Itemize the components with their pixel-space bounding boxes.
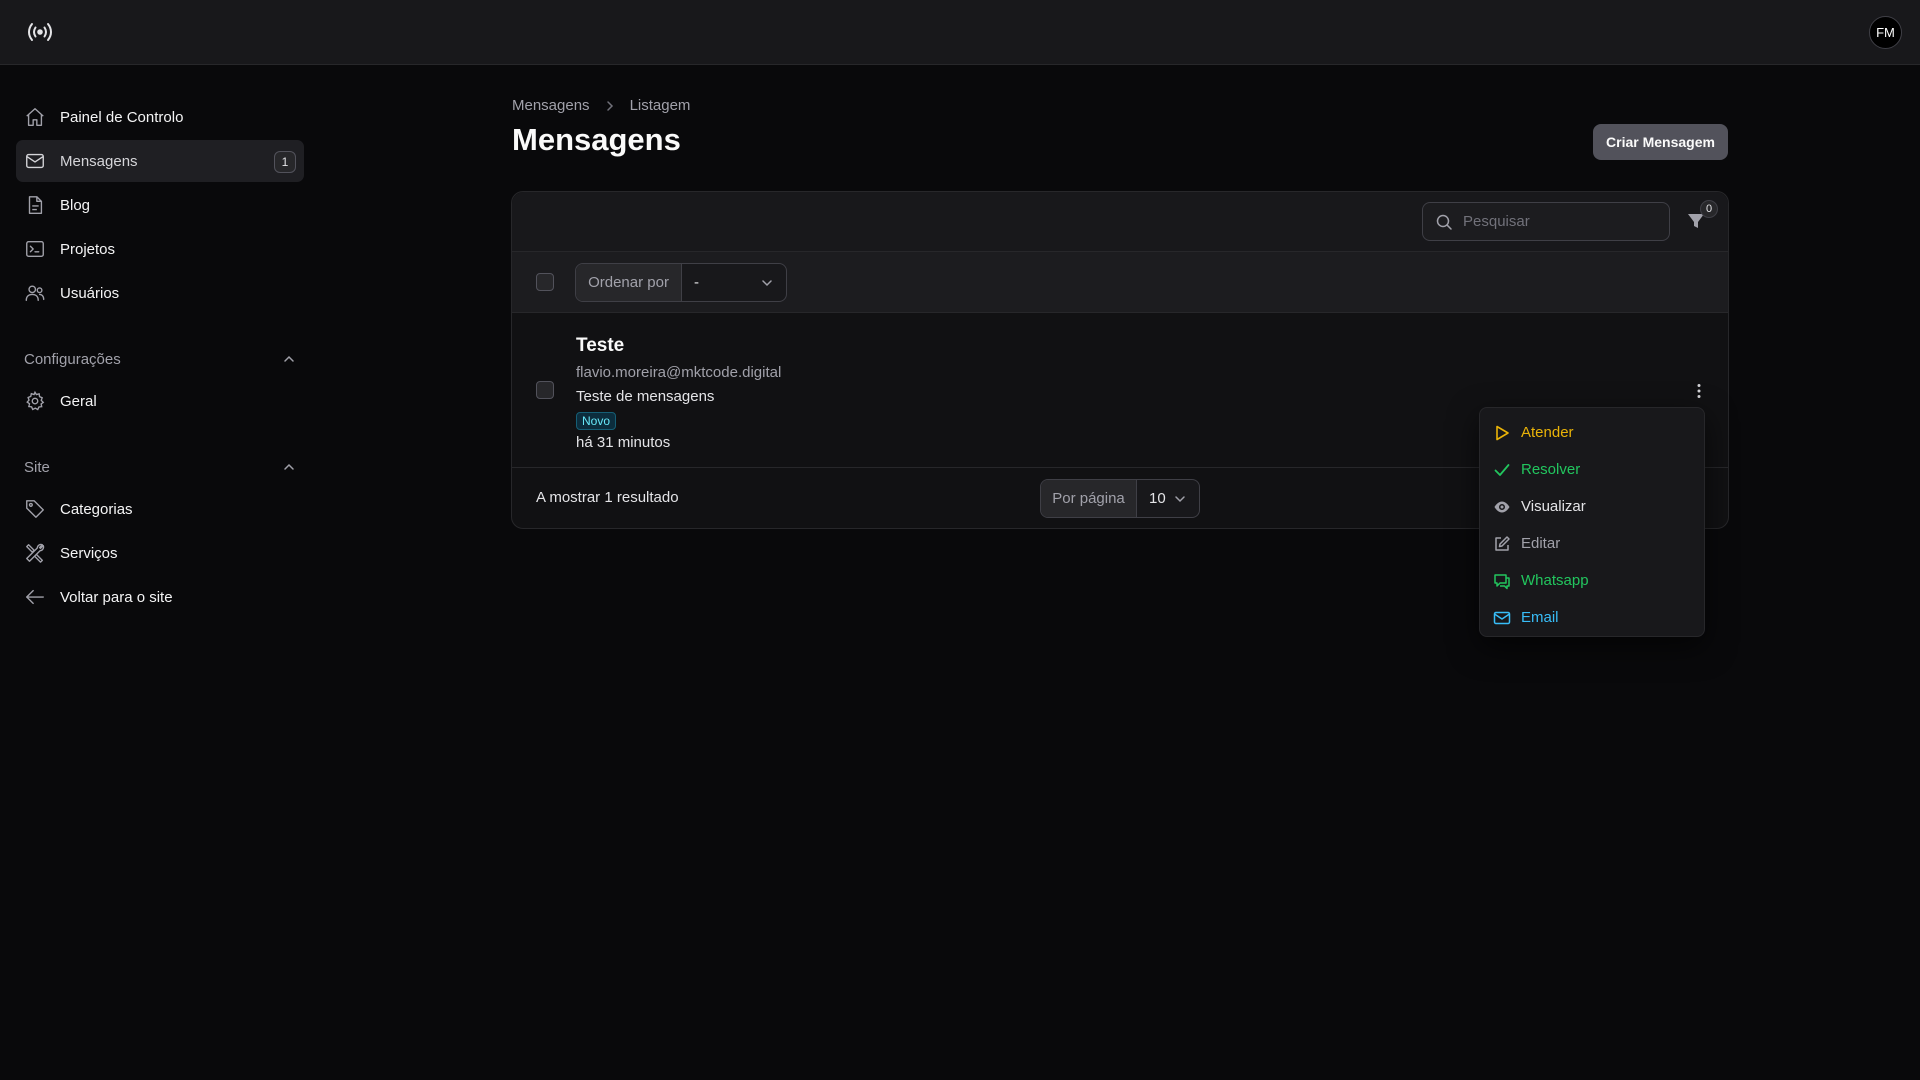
page-title: Mensagens (512, 122, 681, 157)
sidebar-item-label: Categorias (60, 500, 133, 518)
menu-item-label: Whatsapp (1521, 572, 1589, 589)
menu-item-label: Resolver (1521, 461, 1581, 478)
create-message-button[interactable]: Criar Mensagem (1593, 124, 1728, 160)
menu-item-resolve[interactable]: Resolver (1480, 451, 1704, 488)
broadcast-logo-icon[interactable] (27, 20, 53, 44)
message-title: Teste (576, 335, 625, 356)
message-email: flavio.moreira@mktcode.digital (576, 364, 782, 381)
tools-icon (24, 542, 46, 564)
menu-item-label: Editar (1521, 535, 1561, 552)
sidebar-item-label: Mensagens (60, 152, 138, 170)
sidebar-item-messages[interactable]: Mensagens 1 (16, 140, 304, 182)
sidebar-item-services[interactable]: Serviços (16, 532, 304, 574)
menu-item-label: Email (1521, 609, 1559, 626)
filter-count-badge: 0 (1700, 200, 1718, 218)
menu-item-attend[interactable]: Atender (1480, 414, 1704, 451)
menu-item-label: Visualizar (1521, 498, 1586, 515)
arrow-left-icon (24, 586, 46, 608)
eye-icon (1493, 498, 1511, 516)
per-page-label: Por página (1041, 480, 1137, 517)
sidebar-item-label: Geral (60, 392, 97, 410)
chevron-down-icon (1173, 492, 1187, 506)
sidebar-item-label: Projetos (60, 240, 116, 258)
per-page-control: Por página 10 (1040, 479, 1200, 518)
more-actions-icon[interactable] (1689, 381, 1709, 401)
edit-icon (1493, 535, 1511, 553)
home-icon (24, 106, 46, 128)
chevron-down-icon (760, 276, 774, 290)
menu-item-view[interactable]: Visualizar (1480, 488, 1704, 525)
breadcrumb-current: Listagem (629, 97, 691, 114)
user-avatar[interactable]: FM (1869, 16, 1902, 49)
sidebar-item-back-to-site[interactable]: Voltar para o site (16, 576, 304, 618)
document-icon (24, 194, 46, 216)
terminal-window-icon (24, 238, 46, 260)
sidebar-item-label: Painel de Controlo (60, 108, 184, 126)
mail-icon (1493, 609, 1511, 627)
sidebar-item-projects[interactable]: Projetos (16, 228, 304, 270)
play-icon (1493, 424, 1511, 442)
sidebar-group-label: Site (24, 458, 50, 476)
sidebar-item-categories[interactable]: Categorias (16, 488, 304, 530)
chevron-up-icon[interactable] (282, 352, 296, 366)
row-checkbox[interactable] (536, 381, 554, 399)
chat-icon (1493, 572, 1511, 590)
sidebar-item-blog[interactable]: Blog (16, 184, 304, 226)
select-all-checkbox[interactable] (536, 273, 554, 291)
menu-item-whatsapp[interactable]: Whatsapp (1480, 562, 1704, 599)
sidebar-item-users[interactable]: Usuários (16, 272, 304, 314)
chevron-up-icon[interactable] (282, 460, 296, 474)
search-input[interactable] (1463, 213, 1653, 230)
search-icon (1435, 213, 1453, 231)
sidebar-item-label: Voltar para o site (60, 588, 173, 606)
sort-value: - (694, 274, 699, 291)
sidebar-item-label: Blog (60, 196, 91, 214)
sidebar: Painel de Controlo Mensagens 1 Blog Proj… (16, 96, 304, 620)
sidebar-item-dashboard[interactable]: Painel de Controlo (16, 96, 304, 138)
results-count: A mostrar 1 resultado (536, 489, 679, 506)
sort-control: Ordenar por - (575, 263, 787, 302)
breadcrumb-link-messages[interactable]: Mensagens (512, 97, 590, 114)
check-icon (1493, 461, 1511, 479)
sidebar-group-site[interactable]: Site (16, 446, 304, 488)
sort-label: Ordenar por (576, 264, 682, 301)
menu-item-email[interactable]: Email (1480, 599, 1704, 636)
menu-item-edit[interactable]: Editar (1480, 525, 1704, 562)
status-badge: Novo (576, 412, 617, 430)
users-icon (24, 282, 46, 304)
tag-icon (24, 498, 46, 520)
gear-icon (24, 390, 46, 412)
message-timestamp: há 31 minutos (576, 434, 671, 451)
sidebar-item-label: Serviços (60, 544, 118, 562)
top-bar: FM (0, 0, 1920, 65)
sidebar-group-settings[interactable]: Configurações (16, 338, 304, 380)
breadcrumb: Mensagens Listagem (512, 97, 690, 114)
search-box (1422, 202, 1670, 241)
menu-item-label: Atender (1521, 424, 1574, 441)
per-page-select[interactable]: 10 (1137, 480, 1199, 517)
unread-count-badge: 1 (274, 151, 296, 173)
sort-select[interactable]: - (682, 264, 786, 301)
sidebar-group-label: Configurações (24, 350, 121, 368)
mail-icon (24, 150, 46, 172)
table-toolbar: Ordenar por - (512, 252, 1728, 313)
table-header: 0 (512, 192, 1728, 252)
sidebar-item-label: Usuários (60, 284, 120, 302)
message-subject: Teste de mensagens (576, 388, 715, 405)
chevron-right-icon (603, 99, 617, 113)
sidebar-item-general[interactable]: Geral (16, 380, 304, 422)
per-page-value: 10 (1149, 490, 1166, 507)
row-actions-menu: Atender Resolver Visualizar Editar Whats… (1479, 407, 1705, 637)
